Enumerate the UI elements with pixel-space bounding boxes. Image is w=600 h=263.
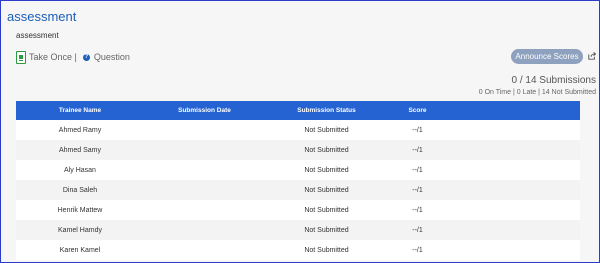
submission-status: Not Submitted (304, 166, 349, 174)
score: --/1 (412, 166, 423, 174)
submission-status: Not Submitted (304, 146, 349, 154)
submission-status: Not Submitted (304, 126, 349, 134)
announce-scores-button[interactable]: Announce Scores (511, 49, 583, 64)
submissions-table: Trainee Name Submission Date Submission … (16, 101, 580, 260)
trainee-name[interactable]: Karen Kamel (16, 247, 144, 254)
table-row[interactable]: Kamel Hamdy Not Submitted --/1 (16, 220, 580, 240)
assessment-meta: Take Once | ? Question (16, 50, 130, 64)
page-title: assessment (7, 9, 77, 24)
col-submission-date[interactable]: Submission Date (144, 107, 265, 114)
score: --/1 (412, 146, 423, 154)
trainee-name[interactable]: Kamel Hamdy (16, 227, 144, 234)
score: --/1 (412, 126, 423, 134)
submission-status: Not Submitted (304, 206, 349, 214)
table-row[interactable]: Ahmed Ramy Not Submitted --/1 (16, 120, 580, 140)
score: --/1 (412, 226, 423, 234)
table-header: Trainee Name Submission Date Submission … (16, 101, 580, 120)
take-once-label: Take Once | (29, 52, 77, 62)
table-row[interactable]: Henrik Mattew Not Submitted --/1 (16, 200, 580, 220)
score: --/1 (412, 186, 423, 194)
submission-status: Not Submitted (304, 226, 349, 234)
question-icon: ? (82, 53, 90, 61)
trainee-name[interactable]: Ahmed Ramy (16, 127, 144, 134)
table-body: Ahmed Ramy Not Submitted --/1 Ahmed Samy… (16, 120, 580, 260)
submission-status: Not Submitted (304, 186, 349, 194)
score: --/1 (412, 246, 423, 254)
export-icon[interactable] (588, 52, 596, 60)
table-row[interactable]: Dina Saleh Not Submitted --/1 (16, 180, 580, 200)
trainee-name[interactable]: Henrik Mattew (16, 207, 144, 214)
table-row[interactable]: Ahmed Samy Not Submitted --/1 (16, 140, 580, 160)
submission-status: Not Submitted (304, 246, 349, 254)
assessment-subtitle: assessment (16, 31, 59, 40)
col-submission-status[interactable]: Submission Status (265, 107, 388, 114)
score: --/1 (412, 206, 423, 214)
col-trainee-name[interactable]: Trainee Name (16, 107, 144, 114)
submissions-count: 0 / 14 Submissions (511, 75, 597, 86)
assessment-doc-icon (16, 50, 26, 64)
col-score[interactable]: Score (388, 107, 447, 114)
table-row[interactable]: Aly Hasan Not Submitted --/1 (16, 160, 580, 180)
table-row[interactable]: Karen Kamel Not Submitted --/1 (16, 240, 580, 260)
trainee-name[interactable]: Aly Hasan (16, 167, 144, 174)
question-label[interactable]: Question (94, 52, 130, 62)
trainee-name[interactable]: Dina Saleh (16, 187, 144, 194)
trainee-name[interactable]: Ahmed Samy (16, 147, 144, 154)
submission-stats: 0 On Time | 0 Late | 14 Not Submitted (478, 89, 596, 96)
